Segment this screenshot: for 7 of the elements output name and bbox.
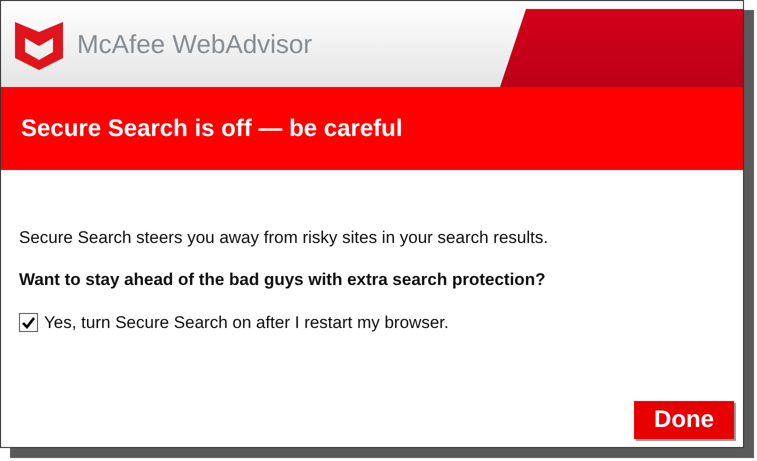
message-text: Secure Search steers you away from risky sites in your search results. (19, 227, 550, 249)
checkbox[interactable] (19, 313, 38, 332)
checkbox-label[interactable]: Yes, turn Secure Search on after I restart my browser. (44, 310, 449, 336)
banner-title: Secure Search is off — be careful (21, 114, 402, 144)
app-title: McAfee WebAdvisor (77, 28, 312, 60)
done-button[interactable]: Done (634, 401, 734, 439)
question-text: Want to stay ahead of the bad guys with extra search protection? (19, 268, 546, 291)
